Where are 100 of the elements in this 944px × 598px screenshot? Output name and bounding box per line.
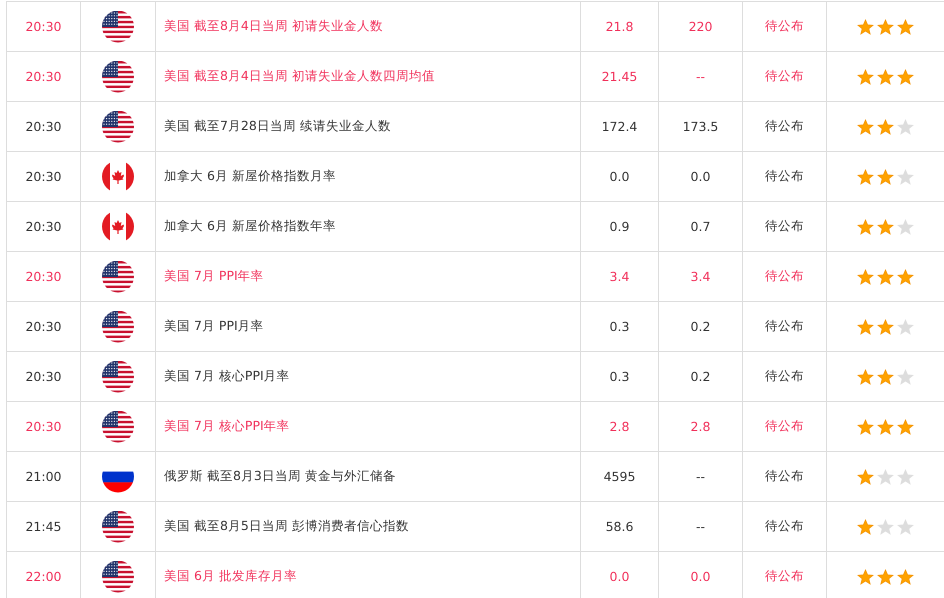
event-cell: 美国 6月 批发库存月率: [155, 552, 580, 598]
star-icon: [897, 418, 914, 434]
value-cell: 0.9: [580, 202, 658, 251]
flag-icon: [102, 310, 134, 342]
star-icon: [897, 18, 914, 34]
status-cell: 待公布: [742, 202, 826, 251]
star-icon: [897, 568, 914, 584]
event-cell: 美国 7月 核心PPI年率: [155, 402, 580, 451]
value-cell: 173.5: [658, 102, 742, 151]
flag-icon: [102, 160, 134, 192]
time-cell: 21:00: [6, 452, 80, 501]
star-icon: [877, 118, 894, 134]
status-cell: 待公布: [742, 502, 826, 551]
time-cell: 20:30: [6, 352, 80, 401]
value-cell: 2.8: [658, 402, 742, 451]
star-icon: [857, 568, 874, 584]
event-cell: 美国 7月 PPI月率: [155, 302, 580, 351]
flag-icon: [102, 360, 134, 392]
flag-icon: [102, 510, 134, 542]
value-cell: 3.4: [658, 252, 742, 301]
status-cell: 待公布: [742, 452, 826, 501]
status-cell: 待公布: [742, 152, 826, 201]
time-cell: 20:30: [6, 2, 80, 51]
star-icon: [877, 368, 894, 384]
star-icon: [877, 318, 894, 334]
flag-icon: [102, 60, 134, 92]
value-cell: --: [658, 452, 742, 501]
status-cell: 待公布: [742, 552, 826, 598]
time-cell: 20:30: [6, 202, 80, 251]
time-cell: 20:30: [6, 152, 80, 201]
flag-icon: [102, 560, 134, 592]
star-icon: [857, 168, 874, 184]
star-icon: [857, 68, 874, 84]
star-icon: [857, 468, 874, 484]
value-cell: 0.3: [580, 352, 658, 401]
star-icon: [857, 268, 874, 284]
time-cell: 22:00: [6, 552, 80, 598]
time-cell: 20:30: [6, 402, 80, 451]
event-cell: 俄罗斯 截至8月3日当周 黄金与外汇储备: [155, 452, 580, 501]
star-icon: [857, 368, 874, 384]
value-cell: 0.2: [658, 352, 742, 401]
star-icon: [877, 568, 894, 584]
flag-icon: [102, 10, 134, 42]
status-cell: 待公布: [742, 2, 826, 51]
status-cell: 待公布: [742, 352, 826, 401]
star-icon: [897, 68, 914, 84]
time-cell: 20:30: [6, 102, 80, 151]
star-icon: [877, 68, 894, 84]
event-cell: 美国 7月 核心PPI月率: [155, 352, 580, 401]
star-icon: [897, 368, 914, 384]
star-icon: [857, 218, 874, 234]
flag-icon: [102, 410, 134, 442]
star-icon: [897, 168, 914, 184]
value-cell: 0.7: [658, 202, 742, 251]
star-icon: [877, 18, 894, 34]
value-cell: --: [658, 502, 742, 551]
star-icon: [857, 118, 874, 134]
event-cell: 美国 截至7月28日当周 续请失业金人数: [155, 102, 580, 151]
star-icon: [897, 518, 914, 534]
star-icon: [877, 268, 894, 284]
flag-icon: [102, 210, 134, 242]
value-cell: 21.8: [580, 2, 658, 51]
time-cell: 20:30: [6, 252, 80, 301]
status-cell: 待公布: [742, 402, 826, 451]
star-icon: [877, 418, 894, 434]
event-cell: 美国 截至8月4日当周 初请失业金人数四周均值: [155, 52, 580, 101]
value-cell: 220: [658, 2, 742, 51]
value-cell: 0.0: [658, 152, 742, 201]
value-cell: 58.6: [580, 502, 658, 551]
value-cell: 0.0: [658, 552, 742, 598]
status-cell: 待公布: [742, 252, 826, 301]
star-icon: [877, 218, 894, 234]
value-cell: 3.4: [580, 252, 658, 301]
value-cell: 0.0: [580, 552, 658, 598]
event-cell: 美国 截至8月5日当周 彭博消费者信心指数: [155, 502, 580, 551]
star-icon: [897, 118, 914, 134]
flag-icon: [102, 260, 134, 292]
status-cell: 待公布: [742, 302, 826, 351]
status-cell: 待公布: [742, 102, 826, 151]
star-icon: [877, 168, 894, 184]
value-cell: 4595: [580, 452, 658, 501]
star-icon: [897, 468, 914, 484]
value-cell: 0.3: [580, 302, 658, 351]
time-cell: 21:45: [6, 502, 80, 551]
value-cell: 2.8: [580, 402, 658, 451]
star-icon: [857, 318, 874, 334]
star-icon: [897, 268, 914, 284]
star-icon: [857, 418, 874, 434]
value-cell: --: [658, 52, 742, 101]
event-cell: 美国 7月 PPI年率: [155, 252, 580, 301]
time-cell: 20:30: [6, 52, 80, 101]
event-cell: 美国 截至8月4日当周 初请失业金人数: [155, 2, 580, 51]
value-cell: 21.45: [580, 52, 658, 101]
star-icon: [877, 468, 894, 484]
star-icon: [897, 218, 914, 234]
star-icon: [877, 518, 894, 534]
event-cell: 加拿大 6月 新屋价格指数年率: [155, 202, 580, 251]
event-cell: 加拿大 6月 新屋价格指数月率: [155, 152, 580, 201]
value-cell: 0.0: [580, 152, 658, 201]
star-icon: [857, 18, 874, 34]
